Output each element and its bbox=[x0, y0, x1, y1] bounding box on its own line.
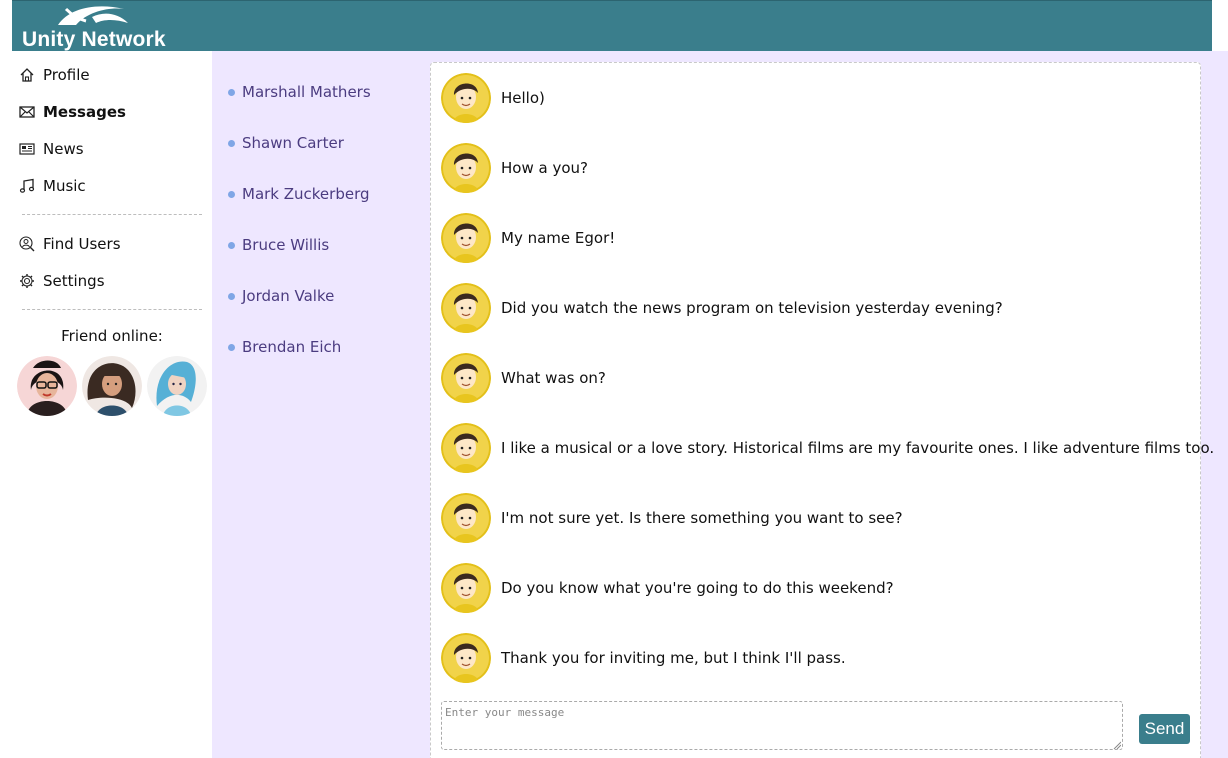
message-text: What was on? bbox=[501, 369, 606, 387]
message-text: Hello) bbox=[501, 89, 545, 107]
dialog-name: Mark Zuckerberg bbox=[242, 185, 370, 203]
bullet-dot-icon bbox=[228, 190, 235, 198]
message-item: My name Egor! bbox=[441, 213, 615, 263]
bullet-dot-icon bbox=[228, 292, 235, 300]
send-button[interactable]: Send bbox=[1139, 714, 1190, 744]
sidebar-item-label: Messages bbox=[43, 103, 126, 121]
sidebar: Profile Messages News Music Find Users S… bbox=[12, 51, 212, 758]
dialog-item[interactable]: Mark Zuckerberg bbox=[228, 183, 370, 205]
dialog-item[interactable]: Jordan Valke bbox=[228, 285, 334, 307]
message-item: Hello) bbox=[441, 73, 545, 123]
envelope-icon bbox=[19, 104, 35, 120]
logo[interactable]: Unity Network bbox=[22, 1, 192, 52]
message-text: My name Egor! bbox=[501, 229, 616, 247]
user-search-icon bbox=[19, 236, 35, 252]
sidebar-item-label: News bbox=[43, 140, 84, 158]
sidebar-item-news[interactable]: News bbox=[19, 137, 84, 161]
message-item: What was on? bbox=[441, 353, 606, 403]
dialog-name: Bruce Willis bbox=[242, 236, 330, 254]
sidebar-item-messages[interactable]: Messages bbox=[19, 100, 126, 124]
user-avatar-icon bbox=[441, 563, 491, 613]
logo-text: Unity Network bbox=[22, 28, 166, 51]
user-avatar-icon bbox=[441, 633, 491, 683]
newspaper-icon bbox=[19, 141, 35, 157]
gear-icon bbox=[19, 273, 35, 289]
message-text: I'm not sure yet. Is there something you… bbox=[501, 509, 903, 527]
message-item: I like a musical or a love story. Histor… bbox=[441, 423, 1214, 473]
sidebar-item-label: Profile bbox=[43, 66, 90, 84]
user-avatar-icon bbox=[441, 213, 491, 263]
message-item: How a you? bbox=[441, 143, 588, 193]
sidebar-item-settings[interactable]: Settings bbox=[19, 269, 105, 293]
header-bar: Unity Network bbox=[12, 0, 1212, 51]
message-text: I like a musical or a love story. Histor… bbox=[501, 439, 1215, 457]
user-avatar-icon bbox=[441, 283, 491, 333]
home-icon bbox=[19, 67, 35, 83]
sidebar-item-label: Find Users bbox=[43, 235, 121, 253]
bullet-dot-icon bbox=[228, 241, 235, 249]
message-item: Do you know what you're going to do this… bbox=[441, 563, 894, 613]
message-item: Did you watch the news program on televi… bbox=[441, 283, 1003, 333]
sidebar-item-label: Settings bbox=[43, 272, 105, 290]
dialog-name: Marshall Mathers bbox=[242, 83, 371, 101]
dialog-item[interactable]: Marshall Mathers bbox=[228, 81, 371, 103]
user-avatar-icon bbox=[441, 143, 491, 193]
bullet-dot-icon bbox=[228, 343, 235, 351]
user-avatar-icon bbox=[441, 73, 491, 123]
dialog-name: Shawn Carter bbox=[242, 134, 344, 152]
music-note-icon bbox=[19, 178, 35, 194]
friend-avatar[interactable] bbox=[17, 356, 77, 416]
sidebar-item-profile[interactable]: Profile bbox=[19, 63, 90, 87]
sidebar-divider bbox=[22, 214, 202, 215]
message-text: Do you know what you're going to do this… bbox=[501, 579, 894, 597]
friends-online-title: Friend online: bbox=[61, 327, 163, 345]
dialog-name: Jordan Valke bbox=[242, 287, 335, 305]
sidebar-item-find-users[interactable]: Find Users bbox=[19, 232, 121, 256]
friend-avatar[interactable] bbox=[147, 356, 207, 416]
dialog-item[interactable]: Shawn Carter bbox=[228, 132, 344, 154]
sidebar-divider bbox=[22, 309, 202, 310]
app-root: Unity Network Profile Messages News Musi… bbox=[0, 0, 1228, 758]
message-input[interactable] bbox=[441, 701, 1123, 750]
friend-avatar[interactable] bbox=[82, 356, 142, 416]
message-item: Thank you for inviting me, but I think I… bbox=[441, 633, 846, 683]
dialog-name: Brendan Eich bbox=[242, 338, 342, 356]
user-avatar-icon bbox=[441, 423, 491, 473]
message-text: How a you? bbox=[501, 159, 588, 177]
message-text: Did you watch the news program on televi… bbox=[501, 299, 1003, 317]
bullet-dot-icon bbox=[228, 139, 235, 147]
dialog-item[interactable]: Brendan Eich bbox=[228, 336, 341, 358]
sidebar-item-music[interactable]: Music bbox=[19, 174, 86, 198]
resize-handle-icon[interactable] bbox=[1113, 741, 1121, 749]
bullet-dot-icon bbox=[228, 88, 235, 96]
message-text: Thank you for inviting me, but I think I… bbox=[501, 649, 846, 667]
sidebar-item-label: Music bbox=[43, 177, 86, 195]
user-avatar-icon bbox=[441, 493, 491, 543]
message-item: I'm not sure yet. Is there something you… bbox=[441, 493, 903, 543]
logo-swoosh-icon bbox=[58, 6, 128, 25]
messages-panel: Hello) How a you? My name Egor! Did you … bbox=[430, 62, 1214, 758]
dialog-item[interactable]: Bruce Willis bbox=[228, 234, 329, 256]
user-avatar-icon bbox=[441, 353, 491, 403]
